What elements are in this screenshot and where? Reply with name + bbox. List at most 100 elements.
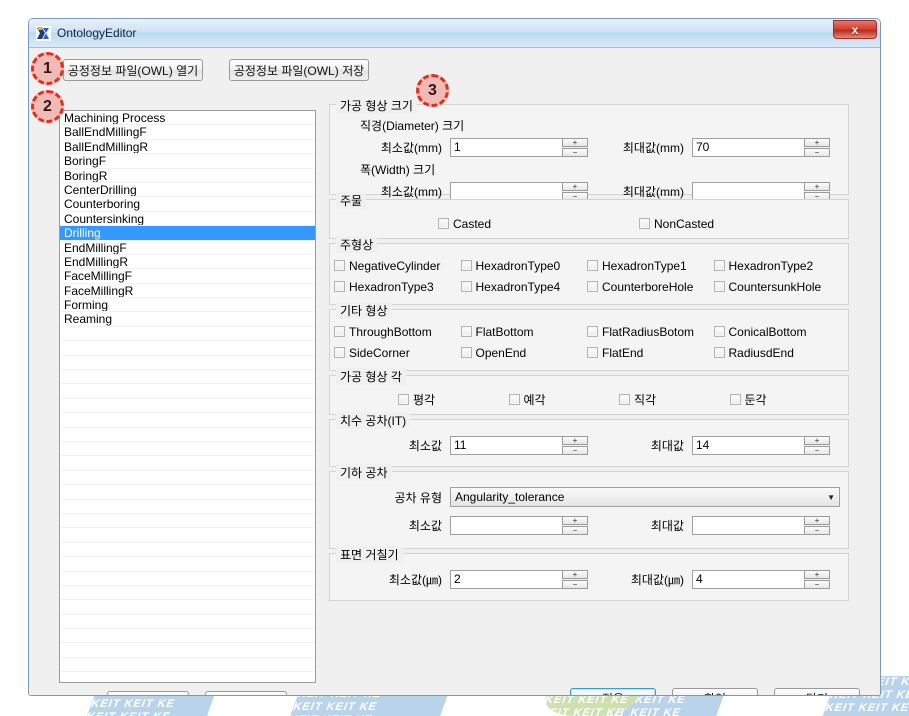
main-shape-checkbox[interactable]: HexadronType1	[587, 259, 714, 273]
list-item[interactable]: CenterDrilling	[60, 183, 315, 198]
roughness-max-stepper[interactable]: + −	[804, 569, 830, 589]
chevron-down-icon[interactable]: ▼	[827, 493, 835, 502]
stepper-down-icon[interactable]: −	[562, 579, 588, 589]
geometric-max-input[interactable]	[692, 515, 804, 535]
list-item[interactable]: FaceMillingF	[60, 269, 315, 284]
geometric-max-spinner[interactable]: + −	[692, 515, 830, 535]
stepper-up-icon[interactable]: +	[804, 137, 830, 147]
checkbox-icon[interactable]	[587, 260, 598, 271]
roughness-min-stepper[interactable]: + −	[562, 569, 588, 589]
list-item[interactable]: BallEndMillingR	[60, 140, 315, 155]
list-item[interactable]: Drilling	[60, 226, 315, 241]
other-shape-checkbox[interactable]: FlatEnd	[587, 346, 714, 360]
main-shape-checkbox[interactable]: CountersunkHole	[713, 280, 841, 294]
apply-button[interactable]: 적용	[570, 688, 656, 695]
main-shape-checkbox[interactable]: HexadronType3	[334, 280, 461, 294]
ok-button[interactable]: 확인	[672, 688, 758, 695]
stepper-down-icon[interactable]: −	[804, 525, 830, 535]
list-item[interactable]: FaceMillingR	[60, 284, 315, 299]
list-item[interactable]: BoringR	[60, 169, 315, 183]
checkbox-icon[interactable]	[587, 281, 598, 292]
stepper-up-icon[interactable]: +	[804, 569, 830, 579]
checkbox-icon[interactable]	[438, 218, 449, 229]
checkbox-icon[interactable]	[334, 326, 345, 337]
other-shape-checkbox[interactable]: SideCorner	[334, 346, 461, 360]
roughness-min-input[interactable]: 2	[450, 569, 562, 589]
checkbox-icon[interactable]	[587, 326, 598, 337]
stepper-up-icon[interactable]: +	[562, 137, 588, 147]
diameter-max-stepper[interactable]: + −	[804, 137, 830, 157]
stepper-down-icon[interactable]: −	[562, 445, 588, 455]
shape-angle-checkbox[interactable]: 직각	[619, 391, 730, 408]
other-shape-checkbox[interactable]: OpenEnd	[460, 346, 588, 360]
list-item[interactable]: Machining Process	[60, 111, 315, 126]
roughness-min-spinner[interactable]: 2 + −	[450, 569, 588, 589]
diameter-max-spinner[interactable]: 70 + −	[692, 137, 830, 157]
main-shape-checkbox[interactable]: NegativeCylinder	[334, 259, 461, 273]
width-max-input[interactable]	[692, 181, 804, 201]
width-max-spinner[interactable]: + −	[692, 181, 830, 201]
tolerance-type-select[interactable]: Angularity_tolerance ▼	[450, 487, 840, 507]
stepper-down-icon[interactable]: −	[562, 525, 588, 535]
shape-angle-checkbox[interactable]: 둔각	[729, 391, 841, 408]
list-item[interactable]: BallEndMillingF	[60, 125, 315, 140]
checkbox-icon[interactable]	[713, 326, 725, 337]
diameter-min-stepper[interactable]: + −	[562, 137, 588, 157]
width-min-spinner[interactable]: + −	[450, 181, 588, 201]
save-owl-file-button[interactable]: 공정정보 파일(OWL) 저장	[229, 59, 369, 81]
dimension-max-spinner[interactable]: 14 + −	[692, 435, 830, 455]
stepper-down-icon[interactable]: −	[804, 445, 830, 455]
other-shape-checkbox[interactable]: FlatRadiusBotom	[587, 325, 714, 339]
stepper-down-icon[interactable]: −	[804, 579, 830, 589]
stepper-up-icon[interactable]: +	[562, 515, 588, 525]
process-listbox[interactable]: Machining Process BallEndMillingF BallEndM…	[59, 110, 316, 683]
stepper-up-icon[interactable]: +	[562, 569, 588, 579]
checkbox-icon[interactable]	[713, 281, 725, 292]
checkbox-icon[interactable]	[460, 281, 472, 292]
list-item[interactable]: Reaming	[60, 312, 315, 327]
list-item[interactable]: Countersinking	[60, 212, 315, 227]
other-shape-checkbox[interactable]: FlatBottom	[460, 325, 588, 339]
main-shape-checkbox[interactable]: HexadronType4	[460, 280, 588, 294]
checkbox-icon[interactable]	[460, 326, 472, 337]
casting-checkbox[interactable]: Casted	[438, 217, 639, 231]
other-shape-checkbox[interactable]: ConicalBottom	[713, 325, 841, 339]
close-button[interactable]: 닫기	[774, 688, 860, 695]
stepper-up-icon[interactable]: +	[562, 181, 588, 191]
main-shape-checkbox[interactable]: CounterboreHole	[587, 280, 714, 294]
checkbox-icon[interactable]	[334, 281, 345, 292]
shape-angle-checkbox[interactable]: 예각	[508, 391, 620, 408]
open-owl-file-button[interactable]: 공정정보 파일(OWL) 열기	[63, 59, 203, 81]
diameter-max-input[interactable]: 70	[692, 137, 804, 157]
diameter-min-spinner[interactable]: 1 + −	[450, 137, 588, 157]
other-shape-checkbox[interactable]: ThroughBottom	[334, 325, 461, 339]
checkbox-icon[interactable]	[334, 347, 345, 358]
list-item[interactable]: Counterboring	[60, 197, 315, 212]
stepper-up-icon[interactable]: +	[804, 435, 830, 445]
geometric-min-spinner[interactable]: + −	[450, 515, 588, 535]
width-max-stepper[interactable]: + −	[804, 181, 830, 201]
main-shape-checkbox[interactable]: HexadronType2	[713, 259, 841, 273]
checkbox-icon[interactable]	[619, 394, 630, 405]
stepper-up-icon[interactable]: +	[804, 181, 830, 191]
stepper-down-icon[interactable]: −	[804, 147, 830, 157]
list-item[interactable]: EndMillingF	[60, 241, 315, 255]
list-item[interactable]: BoringF	[60, 154, 315, 169]
roughness-max-input[interactable]: 4	[692, 569, 804, 589]
width-min-stepper[interactable]: + −	[562, 181, 588, 201]
checkbox-icon[interactable]	[729, 394, 741, 405]
stepper-up-icon[interactable]: +	[804, 515, 830, 525]
stepper-up-icon[interactable]: +	[562, 435, 588, 445]
other-shape-checkbox[interactable]: RadiusdEnd	[713, 346, 841, 360]
dimension-max-stepper[interactable]: + −	[804, 435, 830, 455]
checkbox-icon[interactable]	[713, 347, 725, 358]
checkbox-icon[interactable]	[639, 218, 650, 229]
checkbox-icon[interactable]	[398, 394, 409, 405]
dimension-min-input[interactable]: 11	[450, 435, 562, 455]
shape-angle-checkbox[interactable]: 평각	[398, 391, 509, 408]
list-item[interactable]: EndMillingR	[60, 255, 315, 270]
geometric-min-input[interactable]	[450, 515, 562, 535]
diameter-min-input[interactable]: 1	[450, 137, 562, 157]
dimension-min-spinner[interactable]: 11 + −	[450, 435, 588, 455]
geometric-min-stepper[interactable]: + −	[562, 515, 588, 535]
